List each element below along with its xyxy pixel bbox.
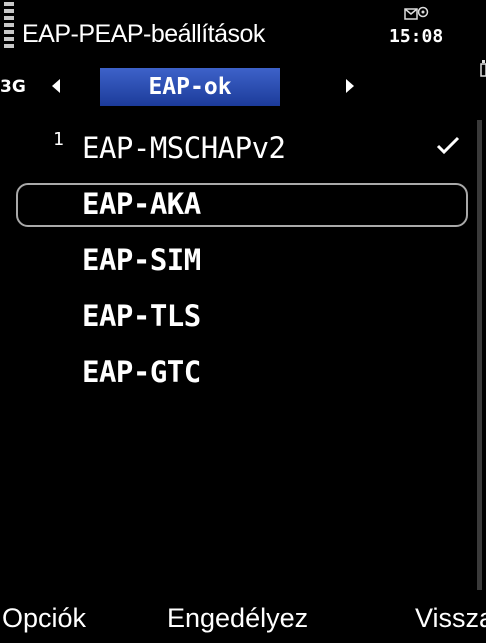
options-softkey[interactable]: Opciók: [2, 603, 86, 634]
list-item-eap-mschapv2[interactable]: 1 EAP-MSCHAPv2: [0, 125, 486, 177]
scrollbar[interactable]: [477, 120, 482, 590]
list-item-eap-aka[interactable]: EAP-AKA: [0, 181, 486, 233]
clock-time: 15:08: [389, 26, 444, 47]
list-item-eap-gtc[interactable]: EAP-GTC: [0, 349, 486, 401]
list-item-label: EAP-MSCHAPv2: [82, 131, 286, 165]
list-item-label: EAP-TLS: [82, 299, 201, 333]
arrow-left-icon[interactable]: [52, 79, 60, 93]
list-item-eap-sim[interactable]: EAP-SIM: [0, 237, 486, 289]
tab-eap-ok[interactable]: EAP-ok: [100, 68, 280, 106]
message-envelope-icon: [404, 6, 429, 20]
page-title: EAP-PEAP-beállítások: [22, 20, 265, 48]
enable-softkey[interactable]: Engedélyez: [167, 603, 308, 634]
list-item-label: EAP-GTC: [82, 355, 201, 389]
arrow-right-icon[interactable]: [346, 79, 354, 93]
network-3g-indicator: 3G: [0, 77, 26, 97]
signal-strength-icon: [4, 2, 14, 62]
back-softkey[interactable]: Vissza: [415, 603, 486, 634]
checkmark-icon: [436, 136, 460, 155]
battery-icon: [480, 60, 486, 77]
list-item-eap-tls[interactable]: EAP-TLS: [0, 293, 486, 345]
list-item-label: EAP-SIM: [82, 243, 201, 277]
phone-screen: EAP-PEAP-beállítások 15:08 3G EAP-ok 1 E…: [0, 0, 486, 643]
list-item-label: EAP-AKA: [82, 187, 201, 221]
priority-number: 1: [53, 129, 64, 150]
